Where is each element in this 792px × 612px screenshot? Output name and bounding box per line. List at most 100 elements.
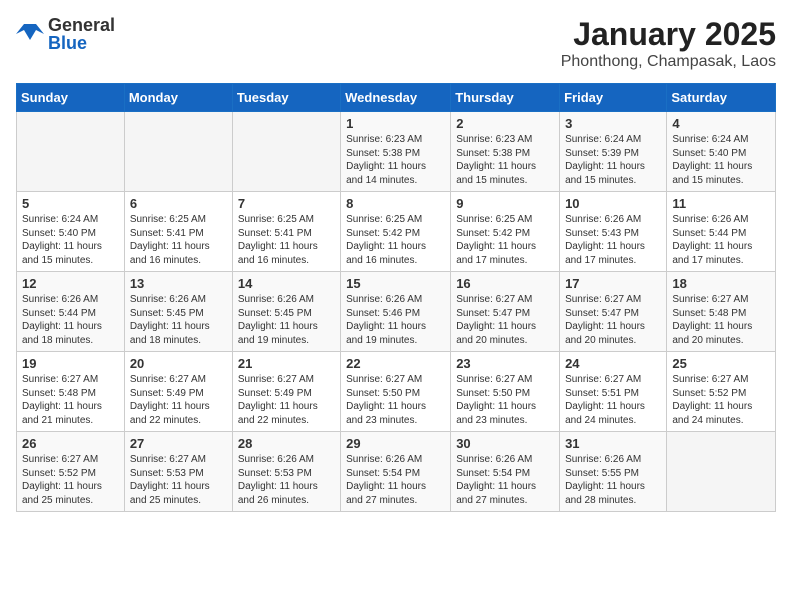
day-number: 2 [456,116,554,131]
day-number: 18 [672,276,770,291]
header: General Blue January 2025 Phonthong, Cha… [16,16,776,71]
calendar-week-5: 26 Sunrise: 6:27 AMSunset: 5:52 PMDayligh… [17,432,776,512]
calendar-cell: 24 Sunrise: 6:27 AMSunset: 5:51 PMDayligh… [560,352,667,432]
logo: General Blue [16,16,115,52]
calendar-cell: 12 Sunrise: 6:26 AMSunset: 5:44 PMDayligh… [17,272,125,352]
calendar-cell: 7Sunrise: 6:25 AMSunset: 5:41 PMDaylight… [232,192,340,272]
cell-content: Sunrise: 6:26 AMSunset: 5:44 PMDaylight:… [672,213,770,267]
weekday-header-tuesday: Tuesday [232,84,340,112]
cell-content: Sunrise: 6:27 AMSunset: 5:50 PMDaylight:… [456,373,554,427]
cell-content: Sunrise: 6:26 AMSunset: 5:44 PMDaylight:… [22,293,119,347]
calendar-cell: 19Sunrise: 6:27 AMSunset: 5:48 PMDayligh… [17,352,125,432]
cell-content: Sunrise: 6:27 AMSunset: 5:51 PMDaylight:… [565,373,661,427]
cell-content: Sunrise: 6:26 AMSunset: 5:53 PMDaylight:… [238,453,335,507]
cell-content: Sunrise: 6:26 AMSunset: 5:45 PMDaylight:… [238,293,335,347]
cell-content: Sunrise: 6:27 AMSunset: 5:47 PMDaylight:… [456,293,554,347]
calendar-cell: 15Sunrise: 6:26 AMSunset: 5:46 PMDayligh… [341,272,451,352]
cell-content: Sunrise: 6:25 AMSunset: 5:41 PMDaylight:… [238,213,335,267]
cell-content: Sunrise: 6:25 AMSunset: 5:42 PMDaylight:… [456,213,554,267]
day-number: 5 [22,196,119,211]
calendar-cell: 16 Sunrise: 6:27 AMSunset: 5:47 PMDayligh… [451,272,560,352]
calendar-cell: 14 Sunrise: 6:26 AMSunset: 5:45 PMDayligh… [232,272,340,352]
weekday-row: SundayMondayTuesdayWednesdayThursdayFrid… [17,84,776,112]
day-number: 11 [672,196,770,211]
cell-content: Sunrise: 6:26 AMSunset: 5:54 PMDaylight:… [346,453,445,507]
day-number: 16 [456,276,554,291]
calendar-cell: 27Sunrise: 6:27 AMSunset: 5:53 PMDayligh… [124,432,232,512]
day-number: 20 [130,356,227,371]
day-number: 4 [672,116,770,131]
calendar-cell: 13Sunrise: 6:26 AMSunset: 5:45 PMDayligh… [124,272,232,352]
cell-content: Sunrise: 6:26 AMSunset: 5:43 PMDaylight:… [565,213,661,267]
day-number: 15 [346,276,445,291]
day-number: 19 [22,356,119,371]
calendar-cell [232,112,340,192]
cell-content: Sunrise: 6:27 AMSunset: 5:47 PMDaylight:… [565,293,661,347]
calendar-cell: 21 Sunrise: 6:27 AMSunset: 5:49 PMDayligh… [232,352,340,432]
calendar-week-4: 19Sunrise: 6:27 AMSunset: 5:48 PMDayligh… [17,352,776,432]
day-number: 1 [346,116,445,131]
day-number: 27 [130,436,227,451]
calendar-cell: 26 Sunrise: 6:27 AMSunset: 5:52 PMDayligh… [17,432,125,512]
cell-content: Sunrise: 6:23 AMSunset: 5:38 PMDaylight:… [456,133,554,187]
calendar-cell: 17Sunrise: 6:27 AMSunset: 5:47 PMDayligh… [560,272,667,352]
cell-content: Sunrise: 6:24 AMSunset: 5:40 PMDaylight:… [672,133,770,187]
calendar-cell: 8 Sunrise: 6:25 AMSunset: 5:42 PMDaylight… [341,192,451,272]
cell-content: Sunrise: 6:27 AMSunset: 5:49 PMDaylight:… [238,373,335,427]
cell-content: Sunrise: 6:27 AMSunset: 5:52 PMDaylight:… [672,373,770,427]
month-title: January 2025 [561,16,776,53]
day-number: 3 [565,116,661,131]
calendar-body: 1 Sunrise: 6:23 AMSunset: 5:38 PMDaylight… [17,112,776,512]
calendar-cell: 23 Sunrise: 6:27 AMSunset: 5:50 PMDayligh… [451,352,560,432]
day-number: 21 [238,356,335,371]
cell-content: Sunrise: 6:24 AMSunset: 5:39 PMDaylight:… [565,133,661,187]
logo-text: General Blue [48,16,115,52]
logo-blue: Blue [48,34,115,52]
calendar-cell: 4 Sunrise: 6:24 AMSunset: 5:40 PMDaylight… [667,112,776,192]
calendar-cell: 29Sunrise: 6:26 AMSunset: 5:54 PMDayligh… [341,432,451,512]
cell-content: Sunrise: 6:25 AMSunset: 5:42 PMDaylight:… [346,213,445,267]
weekday-header-saturday: Saturday [667,84,776,112]
calendar-cell: 5 Sunrise: 6:24 AMSunset: 5:40 PMDaylight… [17,192,125,272]
logo-general: General [48,16,115,34]
day-number: 10 [565,196,661,211]
calendar-week-2: 5 Sunrise: 6:24 AMSunset: 5:40 PMDaylight… [17,192,776,272]
cell-content: Sunrise: 6:27 AMSunset: 5:48 PMDaylight:… [672,293,770,347]
calendar-cell: 10 Sunrise: 6:26 AMSunset: 5:43 PMDayligh… [560,192,667,272]
cell-content: Sunrise: 6:27 AMSunset: 5:49 PMDaylight:… [130,373,227,427]
calendar-week-1: 1 Sunrise: 6:23 AMSunset: 5:38 PMDaylight… [17,112,776,192]
calendar-week-3: 12 Sunrise: 6:26 AMSunset: 5:44 PMDayligh… [17,272,776,352]
day-number: 12 [22,276,119,291]
calendar-cell: 22Sunrise: 6:27 AMSunset: 5:50 PMDayligh… [341,352,451,432]
calendar-cell: 28Sunrise: 6:26 AMSunset: 5:53 PMDayligh… [232,432,340,512]
day-number: 31 [565,436,661,451]
weekday-header-wednesday: Wednesday [341,84,451,112]
calendar-cell: 18 Sunrise: 6:27 AMSunset: 5:48 PMDayligh… [667,272,776,352]
calendar-header: SundayMondayTuesdayWednesdayThursdayFrid… [17,84,776,112]
day-number: 22 [346,356,445,371]
cell-content: Sunrise: 6:25 AMSunset: 5:41 PMDaylight:… [130,213,227,267]
day-number: 24 [565,356,661,371]
calendar-cell: 31 Sunrise: 6:26 AMSunset: 5:55 PMDayligh… [560,432,667,512]
day-number: 25 [672,356,770,371]
cell-content: Sunrise: 6:27 AMSunset: 5:52 PMDaylight:… [22,453,119,507]
calendar-cell [17,112,125,192]
calendar-cell: 25 Sunrise: 6:27 AMSunset: 5:52 PMDayligh… [667,352,776,432]
day-number: 14 [238,276,335,291]
calendar-table: SundayMondayTuesdayWednesdayThursdayFrid… [16,83,776,512]
weekday-header-sunday: Sunday [17,84,125,112]
day-number: 26 [22,436,119,451]
calendar-cell: 1Sunrise: 6:23 AMSunset: 5:38 PMDaylight… [341,112,451,192]
weekday-header-thursday: Thursday [451,84,560,112]
cell-content: Sunrise: 6:26 AMSunset: 5:55 PMDaylight:… [565,453,661,507]
logo-icon [16,20,44,48]
calendar-cell: 20 Sunrise: 6:27 AMSunset: 5:49 PMDayligh… [124,352,232,432]
day-number: 30 [456,436,554,451]
day-number: 8 [346,196,445,211]
calendar-cell: 3 Sunrise: 6:24 AMSunset: 5:39 PMDaylight… [560,112,667,192]
subtitle: Phonthong, Champasak, Laos [561,53,776,71]
title-block: January 2025 Phonthong, Champasak, Laos [561,16,776,71]
day-number: 6 [130,196,227,211]
day-number: 23 [456,356,554,371]
cell-content: Sunrise: 6:24 AMSunset: 5:40 PMDaylight:… [22,213,119,267]
